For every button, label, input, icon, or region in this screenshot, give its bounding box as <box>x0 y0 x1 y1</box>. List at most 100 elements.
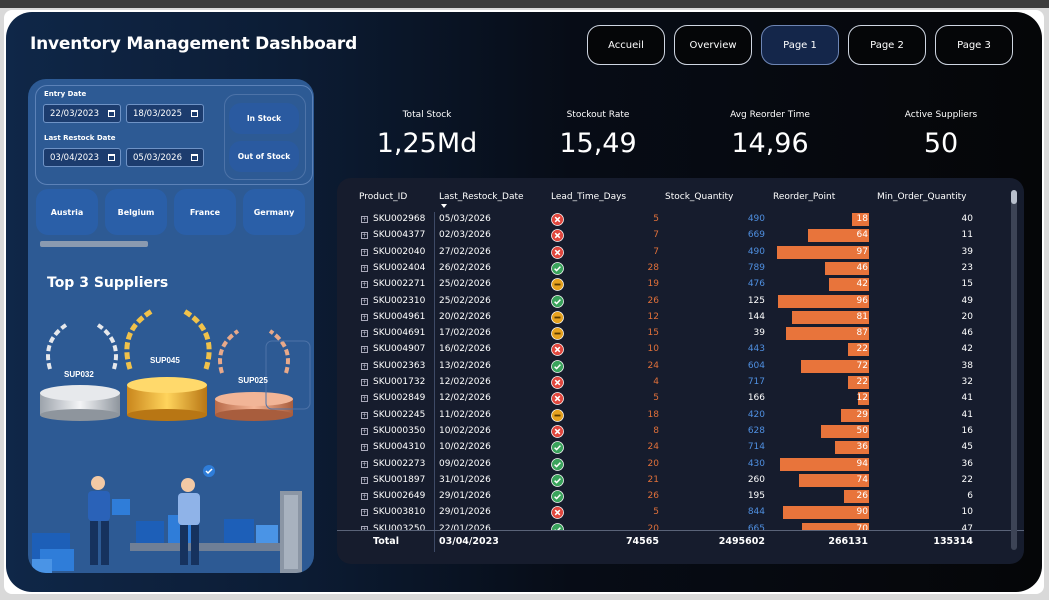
date-filter-group: Entry Date 22/03/2023 18/03/2025 Last Re… <box>35 85 313 185</box>
expand-icon[interactable]: + <box>361 379 368 386</box>
cell-reorder-point: 12 <box>856 393 868 404</box>
col-product-id[interactable]: Product_ID <box>359 192 407 202</box>
table-row[interactable]: + SKU004691 17/02/2026 15 39 87 46 <box>337 326 1024 342</box>
entry-date-to-input[interactable]: 18/03/2025 <box>126 104 204 123</box>
table-row[interactable]: + SKU002040 27/02/2026 7 490 97 39 <box>337 245 1024 261</box>
restock-date-to-input[interactable]: 05/03/2026 <box>126 148 204 167</box>
expand-icon[interactable]: + <box>361 330 368 338</box>
minus-circle-icon <box>551 278 564 292</box>
table-row[interactable]: + SKU002245 11/02/2026 18 420 29 41 <box>337 408 1024 424</box>
table-scrollbar-track[interactable] <box>1011 190 1017 550</box>
expand-icon[interactable]: + <box>361 362 368 370</box>
country-scrollbar[interactable] <box>40 241 148 247</box>
expand-icon[interactable]: + <box>361 395 368 403</box>
table-row[interactable]: + SKU002273 09/02/2026 20 430 94 36 <box>337 457 1024 473</box>
col-reorder-point[interactable]: Reorder_Point <box>773 192 835 202</box>
table-row[interactable]: + SKU004961 20/02/2026 12 144 81 20 <box>337 310 1024 326</box>
expand-icon[interactable]: + <box>361 216 368 223</box>
cell-min-order-quantity: 6 <box>967 491 973 502</box>
table-scrollbar-thumb[interactable] <box>1011 190 1017 204</box>
expand-icon[interactable]: + <box>361 476 368 484</box>
nav-overview-button[interactable]: Overview <box>674 25 752 65</box>
expand-icon[interactable]: + <box>361 281 368 289</box>
nav-page2-button[interactable]: Page 2 <box>848 25 926 65</box>
country-germany-button[interactable]: Germany <box>243 189 305 235</box>
total-date: 03/04/2023 <box>439 536 499 547</box>
out-of-stock-button[interactable]: Out of Stock <box>229 141 299 172</box>
country-france-button[interactable]: France <box>174 189 236 235</box>
cell-stock-quantity: 125 <box>747 295 765 306</box>
cell-restock-date: 11/02/2026 <box>439 409 491 420</box>
expand-icon[interactable]: + <box>361 346 368 354</box>
cell-min-order-quantity: 42 <box>961 344 973 355</box>
entry-date-from-input[interactable]: 22/03/2023 <box>43 104 121 123</box>
table-row[interactable]: + SKU001732 12/02/2026 4 717 22 32 <box>337 375 1024 391</box>
cell-reorder-point: 72 <box>856 360 868 371</box>
kpi-stockout-rate-label: Stockout Rate <box>566 110 630 120</box>
nav-page3-button[interactable]: Page 3 <box>935 25 1013 65</box>
table-row[interactable]: + SKU002968 05/03/2026 5 490 18 40 <box>337 212 1024 228</box>
table-row[interactable]: + SKU000350 10/02/2026 8 628 50 16 <box>337 424 1024 440</box>
table-row[interactable]: + SKU004377 02/03/2026 7 669 64 11 <box>337 228 1024 244</box>
check-circle-icon <box>551 490 564 503</box>
country-belgium-button[interactable]: Belgium <box>105 189 167 235</box>
expand-icon[interactable]: + <box>361 297 368 305</box>
calendar-icon <box>108 110 115 117</box>
cell-product-id: SKU002404 <box>373 262 426 273</box>
expand-icon[interactable]: + <box>361 411 368 419</box>
cell-product-id: SKU002849 <box>373 393 426 404</box>
in-stock-button[interactable]: In Stock <box>229 103 299 134</box>
expand-icon[interactable]: + <box>361 264 368 272</box>
restock-date-from-value: 03/04/2023 <box>50 152 99 163</box>
nav-page1-button[interactable]: Page 1 <box>761 25 839 65</box>
sort-desc-icon[interactable] <box>441 204 447 208</box>
expand-icon[interactable]: + <box>361 493 368 501</box>
cell-lead-time: 10 <box>647 344 659 355</box>
expand-icon[interactable]: + <box>361 444 368 452</box>
expand-icon[interactable]: + <box>361 509 368 517</box>
cell-reorder-point: 22 <box>856 377 868 387</box>
expand-icon[interactable]: + <box>361 460 368 468</box>
table-row[interactable]: + SKU002404 26/02/2026 28 789 46 23 <box>337 261 1024 277</box>
table-total-row: Total 03/04/2023 74565 2495602 266131 13… <box>337 530 1024 553</box>
cell-stock-quantity: 604 <box>747 360 765 371</box>
cell-restock-date: 12/02/2026 <box>439 377 491 387</box>
total-reorder-point: 266131 <box>828 536 868 547</box>
table-row[interactable]: + SKU003810 29/01/2026 5 844 90 10 <box>337 505 1024 521</box>
table-row[interactable]: + SKU002649 29/01/2026 26 195 26 6 <box>337 489 1024 505</box>
col-stock-quantity[interactable]: Stock_Quantity <box>665 192 733 202</box>
cell-reorder-point: 26 <box>856 491 868 502</box>
country-austria-button[interactable]: Austria <box>36 189 98 235</box>
cell-min-order-quantity: 20 <box>961 311 973 322</box>
table-row[interactable]: + SKU002849 12/02/2026 5 166 12 41 <box>337 391 1024 407</box>
cell-restock-date: 25/02/2026 <box>439 279 491 290</box>
cell-product-id: SKU002310 <box>373 295 426 306</box>
cell-lead-time: 7 <box>653 246 659 257</box>
cell-restock-date: 26/02/2026 <box>439 262 491 273</box>
expand-icon[interactable]: + <box>361 248 368 256</box>
expand-icon[interactable]: + <box>361 427 368 435</box>
table-row[interactable]: + SKU001897 31/01/2026 21 260 74 22 <box>337 473 1024 489</box>
table-row[interactable]: + SKU002271 25/02/2026 19 476 42 15 <box>337 277 1024 293</box>
col-min-order-quantity[interactable]: Min_Order_Quantity <box>877 192 966 202</box>
table-row[interactable]: + SKU002310 25/02/2026 26 125 96 49 <box>337 294 1024 310</box>
gold-pedestal-base <box>127 409 207 421</box>
kpi-active-suppliers-value: 50 <box>923 128 959 159</box>
cell-min-order-quantity: 46 <box>961 328 973 339</box>
bronze-pedestal-base <box>215 409 293 421</box>
table-body[interactable]: + SKU002968 05/03/2026 5 490 18 40 + SKU004377 02… <box>337 212 1024 530</box>
table-row[interactable]: + SKU003250 22/01/2026 20 665 70 47 <box>337 522 1024 530</box>
col-lead-time-days[interactable]: Lead_Time_Days <box>551 192 626 202</box>
kpi-stockout-rate-value: 15,49 <box>559 128 637 159</box>
expand-icon[interactable]: + <box>361 313 368 321</box>
cell-lead-time: 5 <box>653 214 659 224</box>
nav-accueil-button[interactable]: Accueil <box>587 25 665 65</box>
restock-date-from-input[interactable]: 03/04/2023 <box>43 148 121 167</box>
col-last-restock-date[interactable]: Last_Restock_Date <box>439 192 524 202</box>
cell-reorder-point: 18 <box>856 214 868 224</box>
table-row[interactable]: + SKU004907 16/02/2026 10 443 22 42 <box>337 342 1024 358</box>
expand-icon[interactable]: + <box>361 232 368 240</box>
total-label: Total <box>373 536 399 547</box>
table-row[interactable]: + SKU002363 13/02/2026 24 604 72 38 <box>337 359 1024 375</box>
table-row[interactable]: + SKU004310 10/02/2026 24 714 36 45 <box>337 440 1024 456</box>
